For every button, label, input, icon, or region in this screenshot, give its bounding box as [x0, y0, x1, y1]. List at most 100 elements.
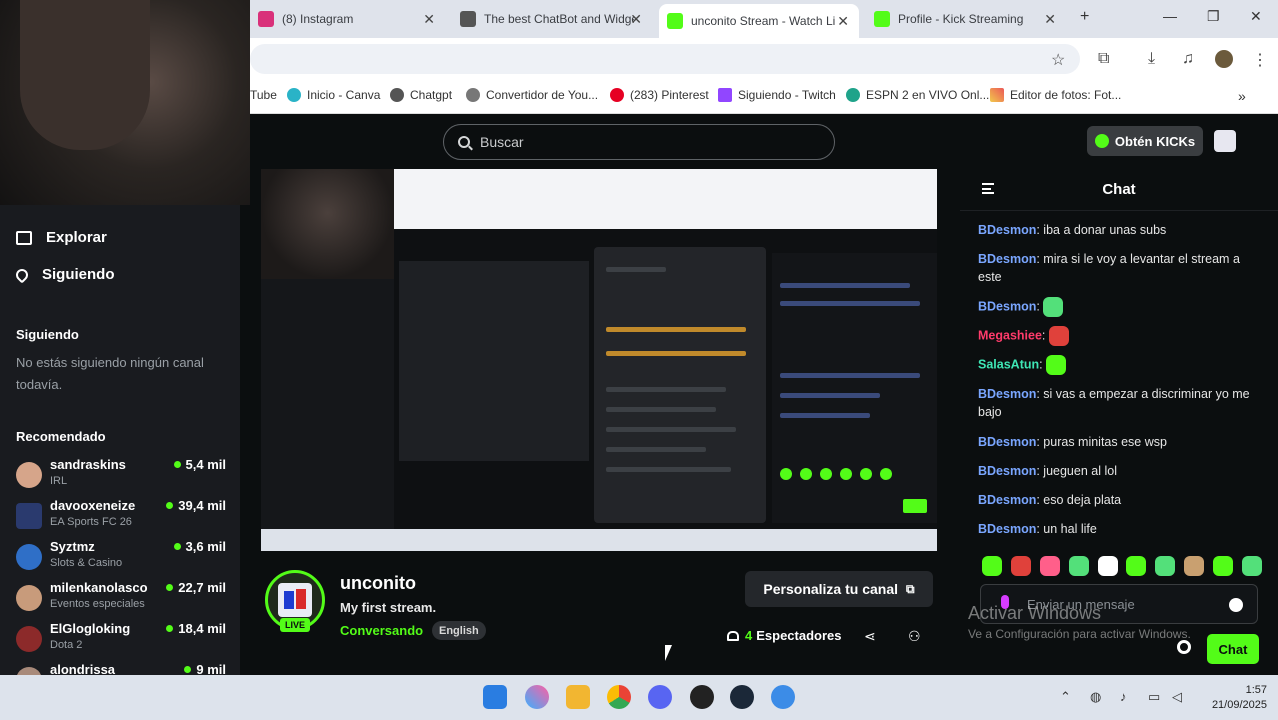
recommended-channel[interactable]: milenkanolasco Eventos especiales 22,7 m…: [16, 580, 226, 618]
bookmark-item[interactable]: (283) Pinterest: [610, 88, 709, 102]
chat-title: Chat: [1102, 181, 1136, 198]
folder-icon[interactable]: [566, 685, 590, 709]
recommended-channel[interactable]: Syztmz Slots & Casino 3,6 mil: [16, 539, 226, 577]
channel-name: alondrissa: [50, 662, 116, 675]
share-icon[interactable]: ⋖: [864, 628, 876, 645]
following-empty-text: No estás siguiendo ningún canal todavía.: [16, 355, 204, 392]
sidebar-item-siguiendo[interactable]: Siguiendo: [13, 266, 115, 283]
chatbot-icon: [460, 11, 476, 27]
emote-icon[interactable]: [1155, 556, 1176, 576]
obs-icon[interactable]: [690, 685, 714, 709]
extensions-icon[interactable]: ⧉: [1098, 50, 1109, 68]
chrome-icon[interactable]: [607, 685, 631, 709]
emote-icon[interactable]: [1039, 556, 1060, 576]
tab-stream[interactable]: unconito Stream - Watch Li ✕: [659, 4, 859, 38]
bookmark-item[interactable]: Editor de fotos: Fot...: [990, 88, 1121, 102]
recommended-channel[interactable]: sandraskins IRL 5,4 mil: [16, 457, 226, 495]
minimize-icon[interactable]: —: [1163, 8, 1177, 24]
get-kicks-button[interactable]: Obtén KICKs: [1087, 126, 1203, 156]
bookmark-item[interactable]: Inicio - Canva: [287, 88, 380, 102]
gear-icon[interactable]: [1177, 640, 1191, 654]
steam-icon[interactable]: [730, 685, 754, 709]
instagram-icon: [258, 11, 274, 27]
language-badge[interactable]: English: [432, 621, 486, 640]
emote-icon[interactable]: [1213, 556, 1233, 576]
get-kicks-label: Obtén KICKs: [1114, 133, 1196, 149]
user-avatar[interactable]: [1214, 130, 1236, 152]
viewer-count: 3,6 mil: [173, 539, 226, 554]
tab-profile[interactable]: Profile - Kick Streaming ✕: [866, 4, 1066, 34]
photo-editor-icon: [990, 88, 1004, 102]
chat-message: BDesmon: si vas a empezar a discriminar …: [978, 387, 1250, 419]
download-icon[interactable]: ⤓: [1148, 50, 1155, 68]
bookmark-item[interactable]: ESPN 2 en VIVO Onl...: [846, 88, 989, 102]
channel-name: Syztmz: [50, 539, 95, 554]
window-close-icon[interactable]: ✕: [1250, 8, 1262, 25]
captured-taskbar: [261, 529, 937, 551]
media-icon[interactable]: ♫: [1182, 50, 1194, 68]
volume-icon[interactable]: ◁: [1172, 689, 1182, 705]
url-field[interactable]: [250, 44, 1080, 74]
mouse-cursor-icon: [665, 645, 672, 661]
close-icon[interactable]: ✕: [630, 11, 642, 28]
chat-message: BDesmon: eso deja plata: [978, 493, 1122, 507]
stream-category[interactable]: Conversando: [340, 623, 423, 638]
viewer-count: 5,4 mil: [173, 457, 226, 472]
new-tab-button[interactable]: +: [1080, 8, 1089, 26]
discord-icon[interactable]: [648, 685, 672, 709]
recommended-channel[interactable]: alondrissa 9 mil: [16, 662, 226, 675]
bookmark-star-icon[interactable]: ☆: [1051, 50, 1065, 70]
emote-icon: [1048, 326, 1069, 346]
menu-icon[interactable]: ⋮: [1252, 50, 1268, 70]
emote-icon[interactable]: [1241, 556, 1262, 576]
bookmark-item[interactable]: Siguiendo - Twitch: [718, 88, 836, 102]
recommended-channel[interactable]: davooxeneize EA Sports FC 26 39,4 mil: [16, 498, 226, 536]
search-input[interactable]: Buscar: [443, 124, 835, 160]
display-icon[interactable]: ▭: [1148, 689, 1160, 705]
chat-message: BDesmon: jueguen al lol: [978, 464, 1117, 478]
bookmarks-overflow-icon[interactable]: »: [1238, 88, 1246, 104]
sidebar-item-label: Explorar: [46, 229, 107, 246]
maximize-icon[interactable]: ❐: [1207, 8, 1220, 25]
emote-icon[interactable]: [1184, 556, 1205, 576]
video-player[interactable]: [261, 169, 937, 551]
bookmark-item[interactable]: Chatgpt: [390, 88, 452, 102]
tab-chatbot[interactable]: The best ChatBot and Widge ✕: [452, 4, 652, 34]
mic-tray-icon[interactable]: ♪: [1120, 689, 1127, 704]
profile-avatar[interactable]: [1215, 50, 1233, 68]
sidebar: Explorar Siguiendo Siguiendo No estás si…: [0, 205, 240, 675]
network-icon[interactable]: ◍: [1090, 689, 1101, 705]
bookmark-item[interactable]: Convertidor de You...: [466, 88, 598, 102]
close-icon[interactable]: ✕: [1044, 11, 1056, 28]
send-chat-button[interactable]: Chat: [1207, 634, 1259, 664]
emote-icon[interactable]: [1068, 556, 1089, 576]
emoji-icon[interactable]: [1229, 598, 1243, 612]
channel-name: sandraskins: [50, 457, 126, 472]
stream-title: My first stream.: [340, 600, 437, 615]
copilot-icon[interactable]: [525, 685, 549, 709]
system-clock[interactable]: 1:57 21/09/2025: [1197, 683, 1267, 713]
tray-overflow-icon[interactable]: ⌃: [1060, 689, 1071, 705]
bookmark-item[interactable]: Tube: [250, 88, 277, 102]
emote-icon[interactable]: [1126, 556, 1147, 576]
windows-start-icon[interactable]: [483, 685, 507, 709]
espn-icon: [846, 88, 860, 102]
emote-icon[interactable]: [1010, 556, 1031, 576]
emote-icon[interactable]: [982, 556, 1002, 576]
external-link-icon: ⧉: [906, 581, 915, 596]
close-icon[interactable]: ✕: [837, 13, 849, 30]
tab-instagram[interactable]: (8) Instagram ✕: [250, 4, 445, 34]
sidebar-item-explorar[interactable]: Explorar: [16, 229, 107, 246]
viewer-count: 39,4 mil: [166, 498, 226, 513]
canva-icon: [287, 88, 301, 102]
windows-activation-title: Activar Windows: [968, 603, 1102, 623]
customize-channel-button[interactable]: Personaliza tu canal ⧉: [745, 571, 933, 607]
app-icon[interactable]: [771, 685, 795, 709]
emote-icon[interactable]: [1097, 556, 1118, 576]
add-user-icon[interactable]: ⚇: [908, 628, 921, 645]
close-icon[interactable]: ✕: [423, 11, 435, 28]
channel-name[interactable]: unconito: [340, 573, 416, 594]
channel-category: Dota 2: [50, 639, 83, 651]
recommended-channel[interactable]: ElGlogloking Dota 2 18,4 mil: [16, 621, 226, 659]
viewer-count: 4 Espectadores: [727, 628, 842, 643]
